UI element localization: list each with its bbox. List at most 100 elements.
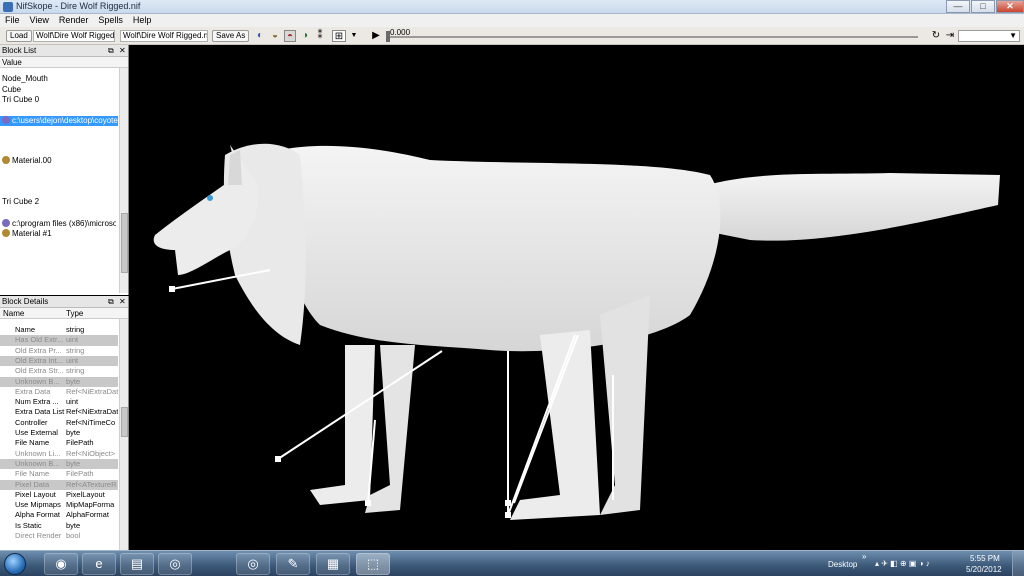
list-item[interactable]: Material #1 [2, 229, 116, 239]
field-name: File Name [15, 438, 50, 448]
save-as-button[interactable]: Save As [212, 30, 250, 42]
media-player-icon[interactable]: ◉ [44, 553, 78, 575]
undock-icon[interactable]: ⧉ [108, 45, 114, 57]
menu-help[interactable]: Help [128, 14, 157, 26]
table-row[interactable]: Old Extra Int... uint [0, 355, 118, 367]
chevron-icon[interactable]: » [862, 552, 866, 561]
list-item[interactable]: Cube [2, 85, 116, 95]
maximize-button[interactable]: □ [971, 0, 995, 13]
nifskope-icon[interactable]: ⬚ [356, 553, 390, 575]
paint-icon[interactable]: ✎ [276, 553, 310, 575]
taskbar: ◉ e ▤ ◎ ◎ ✎ ▦ ⬚ Desktop » ▴ ✈ ◧ ⊕ ▣ ◑ ♪ … [0, 550, 1024, 576]
list-item[interactable]: Material.00 [2, 156, 116, 166]
list-item-label: Material.00 [12, 156, 52, 165]
scrollbar-thumb[interactable] [121, 213, 128, 273]
list-item[interactable]: c:\program files (x86)\microsof [2, 219, 116, 229]
table-row[interactable]: Unknown B... byte [0, 376, 118, 387]
block-details-scrollbar[interactable] [119, 319, 128, 550]
animation-select[interactable]: ▼ [958, 30, 1020, 42]
field-type: string [66, 325, 85, 334]
load-button[interactable]: Load [6, 30, 32, 42]
media-icon[interactable]: ▦ [316, 553, 350, 575]
play-icon[interactable]: ▶ [370, 30, 382, 42]
show-desktop-button[interactable] [1012, 551, 1024, 576]
list-item[interactable]: Node_Mouth [2, 74, 116, 84]
view-rotate-icon[interactable]: ◐ [254, 30, 266, 42]
ie-icon[interactable]: e [82, 553, 116, 575]
block-list-column-header[interactable]: Value [0, 57, 128, 68]
table-row[interactable]: Use Mipmaps MipMapForma [0, 500, 118, 510]
table-row[interactable]: Unknown B... byte [0, 458, 118, 470]
view-walk-icon[interactable]: ◒ [269, 30, 281, 42]
close-icon[interactable]: ✕ [119, 45, 126, 57]
field-name: Alpha Format [15, 510, 61, 520]
view-top-icon[interactable]: ◑ [299, 30, 311, 42]
table-row[interactable]: Controller Ref<NiTimeCo [0, 418, 118, 428]
table-row[interactable]: Extra Data List Ref<NiExtraDat [0, 407, 118, 417]
list-item[interactable]: Tri Cube 0 [2, 95, 116, 105]
close-icon[interactable]: ✕ [119, 296, 126, 308]
field-type: MipMapForma [66, 500, 115, 510]
table-row[interactable]: Name string [0, 325, 118, 335]
table-row[interactable]: Old Extra Str... string [0, 366, 118, 376]
table-row[interactable]: Is Static byte [0, 521, 118, 531]
close-button[interactable]: ✕ [996, 0, 1024, 13]
table-row[interactable]: Has Old Extr... uint [0, 335, 118, 346]
clock-date[interactable]: 5/20/2012 [966, 565, 1002, 574]
field-name: Pixel Layout [15, 489, 56, 499]
list-item-selected[interactable]: c:\users\dejon\desktop\coyote [0, 116, 118, 126]
block-list-header: Block List ⧉ ✕ [0, 45, 128, 57]
tray-icons[interactable]: ▴ ✈ ◧ ⊕ ▣ ◑ ♪ [875, 559, 930, 568]
chrome-icon[interactable]: ◎ [236, 553, 270, 575]
block-list-panel: Block List ⧉ ✕ Value Node_Mouth Cube Tri… [0, 45, 129, 295]
chrome-icon[interactable]: ◎ [158, 553, 192, 575]
clock-time[interactable]: 5:55 PM [970, 554, 1000, 563]
view-fly-icon[interactable]: ◓ [284, 30, 296, 42]
table-row[interactable]: Extra Data Ref<NiExtraDat [0, 387, 118, 397]
list-item-label: Tri Cube 2 [2, 197, 40, 206]
field-name: Direct Render [15, 531, 62, 540]
chevron-down-icon[interactable]: ▼ [348, 30, 360, 42]
table-row[interactable]: Old Extra Pr... string [0, 346, 118, 356]
explorer-icon[interactable]: ▤ [120, 553, 154, 575]
field-type: string [66, 366, 85, 376]
switch-icon[interactable]: ⇥ [944, 30, 956, 42]
toolbar: Load Wolf\Dire Wolf Rigged.nif Wolf\Dire… [0, 27, 1024, 45]
loop-icon[interactable]: ↻ [930, 30, 942, 42]
start-button[interactable] [4, 553, 26, 575]
list-item[interactable]: Tri Cube 2 [2, 197, 116, 207]
render-viewport[interactable] [130, 45, 1024, 550]
list-item-label: c:\users\dejon\desktop\coyote [12, 116, 118, 125]
table-row[interactable]: Use External byte [0, 428, 118, 438]
view-options-icon[interactable]: ⊞ [332, 30, 346, 42]
field-type: FilePath [66, 469, 94, 479]
table-row[interactable]: Unknown Li... Ref<NiObject> [0, 449, 118, 459]
table-row[interactable]: File Name FilePath [0, 438, 118, 448]
save-path-field[interactable]: Wolf\Dire Wolf Rigged.nif [120, 30, 208, 42]
table-row[interactable]: Alpha Format AlphaFormat [0, 510, 118, 520]
table-row[interactable]: Num Extra ... uint [0, 397, 118, 407]
type-column-label[interactable]: Type [66, 308, 83, 319]
minimize-button[interactable]: — [946, 0, 970, 13]
menu-render[interactable]: Render [54, 14, 94, 26]
table-row[interactable]: Pixel Layout PixelLayout [0, 490, 118, 500]
block-list-title: Block List [2, 46, 37, 55]
material-icon [2, 156, 10, 164]
menu-spells[interactable]: Spells [93, 14, 128, 26]
field-name: Use External [15, 428, 58, 437]
table-row[interactable]: File Name FilePath [0, 469, 118, 479]
scrollbar-thumb[interactable] [121, 407, 128, 437]
undock-icon[interactable]: ⧉ [108, 296, 114, 308]
timeline-slider-handle[interactable] [386, 31, 390, 42]
menu-view[interactable]: View [25, 14, 54, 26]
timeline-slider[interactable] [388, 36, 918, 38]
desktop-toolbar-label[interactable]: Desktop [828, 560, 857, 569]
load-path-field[interactable]: Wolf\Dire Wolf Rigged.nif [33, 30, 115, 42]
table-row[interactable]: Pixel Data Ref<ATextureR [0, 479, 118, 490]
block-details-panel: Block Details ⧉ ✕ Name Type Name string Ha… [0, 296, 129, 550]
menu-file[interactable]: File [0, 14, 25, 26]
name-column-label[interactable]: Name [3, 308, 24, 319]
animation-icon[interactable]: ⁑ [314, 30, 326, 42]
block-list-scrollbar[interactable] [119, 68, 128, 293]
table-row[interactable]: Direct Render bool [0, 531, 118, 540]
